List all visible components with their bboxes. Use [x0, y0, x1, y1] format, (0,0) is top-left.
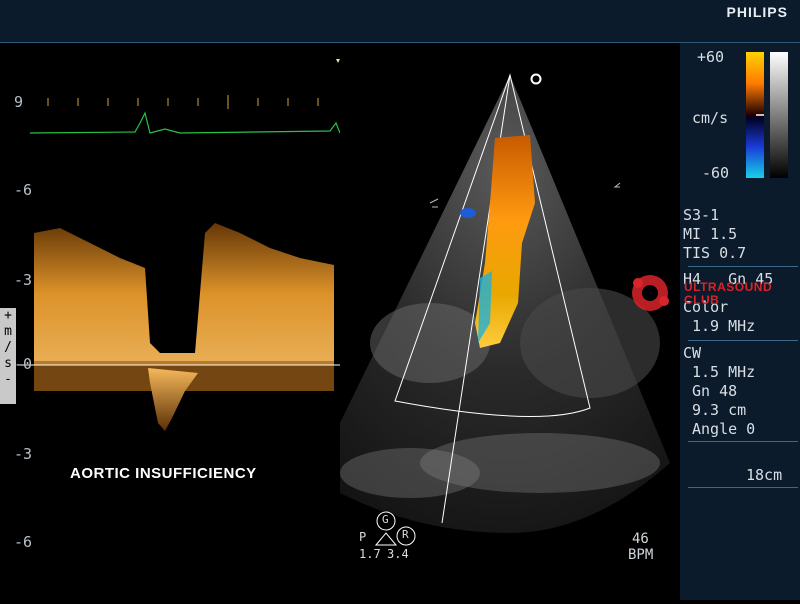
velocity-tick: -3	[14, 445, 33, 463]
cw-frequency: 1.5 MHz	[692, 363, 756, 381]
mechanical-index: MI 1.5	[683, 225, 738, 243]
cw-angle: Angle 0	[692, 420, 756, 438]
focus-marker	[530, 73, 542, 85]
echo-sector-graphic	[340, 73, 670, 546]
indicator-g: G	[382, 513, 389, 526]
divider	[688, 487, 798, 488]
brand-logo-text: PHILIPS	[726, 4, 788, 20]
color-scale-min: -60	[702, 164, 730, 182]
watermark-logo-icon	[632, 275, 669, 311]
watermark-text-line2: CLUB	[684, 293, 720, 307]
color-scale-max: +60	[697, 48, 725, 66]
diagnosis-caption: AORTIC INSUFFICIENCY	[70, 465, 257, 482]
color-scale-unit: cm/s	[692, 109, 729, 127]
heart-rate-unit: BPM	[628, 547, 654, 563]
cw-gain: Gn 48	[692, 382, 738, 400]
cw-depth: 9.3 cm	[692, 401, 747, 419]
indicator-p: P	[359, 530, 367, 544]
velocity-tick-baseline: -0	[14, 355, 33, 373]
indicator-value-1: 1.7	[359, 547, 381, 561]
echo-image-panel: P G R 1.7 3.4 46 BPM	[340, 43, 680, 600]
top-bar: PHILIPS	[0, 0, 800, 43]
indicator-r: R	[402, 528, 409, 541]
heart-rate-value: 46	[632, 531, 649, 547]
divider	[688, 441, 798, 442]
color-frequency: 1.9 MHz	[692, 317, 756, 335]
doppler-spectrum-graphic	[18, 59, 341, 431]
probe-label: S3-1	[683, 206, 720, 224]
cw-mode-label: CW	[683, 344, 702, 362]
divider	[688, 340, 798, 341]
velocity-unit-label: + m / s -	[0, 308, 16, 404]
indicator-value-2: 3.4	[387, 547, 409, 561]
velocity-tick-top: 9	[14, 93, 24, 111]
ecg-trace	[29, 111, 341, 134]
thermal-index: TIS 0.7	[683, 244, 747, 262]
velocity-tick: -3	[14, 271, 33, 289]
image-depth: 18cm	[746, 466, 783, 484]
divider	[688, 266, 798, 267]
velocity-tick: -6	[14, 181, 33, 199]
doppler-spectrum-panel: 9 -6 -3 -0 -3 -6 + m / s - AORTIC INSUFF…	[0, 43, 341, 600]
watermark-text-line1: ULTRASOUND	[684, 280, 773, 294]
color-scale-bar	[746, 52, 788, 178]
velocity-tick: -6	[14, 533, 33, 551]
